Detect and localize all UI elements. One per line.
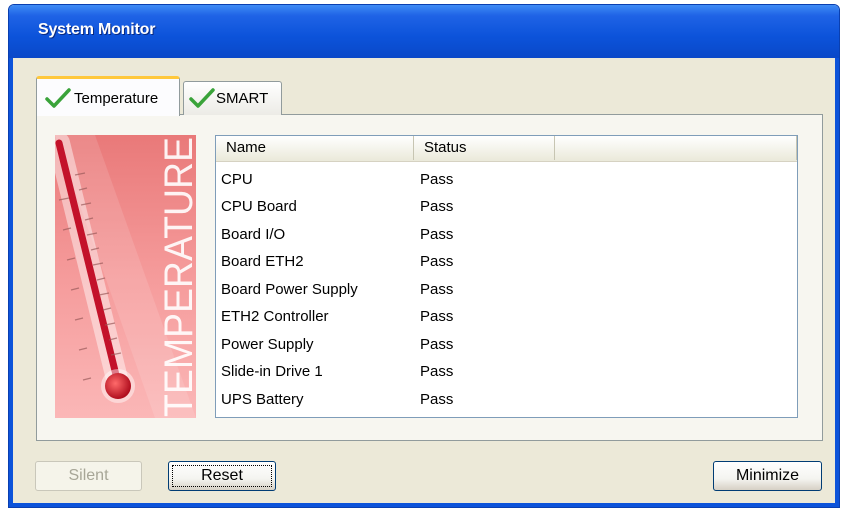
sensor-name: Board I/O xyxy=(221,226,286,243)
window-frame-right xyxy=(835,58,839,507)
check-icon xyxy=(189,87,215,113)
sensor-status: Pass xyxy=(420,363,454,380)
tab-smart[interactable]: SMART xyxy=(183,81,282,115)
list-item[interactable]: Board Power Supply Pass xyxy=(216,276,797,303)
list-item[interactable]: Slide-in Drive 1 Pass xyxy=(216,358,797,385)
tab-label: Temperature xyxy=(74,90,159,107)
banner-text: TEMPERATURE xyxy=(157,137,196,417)
list-item[interactable]: Power Supply Pass xyxy=(216,331,797,358)
thermometer-icon: TEMPERATURE xyxy=(48,132,201,418)
tab-label: SMART xyxy=(216,90,269,107)
window-frame-bottom xyxy=(9,503,839,507)
sensor-status: Pass xyxy=(420,281,454,298)
sensor-name: CPU xyxy=(221,171,253,188)
system-monitor-window: System Monitor Temperature SMART TEMPERA… xyxy=(8,4,840,508)
list-item[interactable]: CPU Pass xyxy=(216,166,797,193)
sensor-status: Pass xyxy=(420,308,454,325)
list-header: Name Status xyxy=(216,136,797,162)
focus-ring xyxy=(172,465,272,487)
column-header-label: Status xyxy=(424,139,467,156)
sensor-name: Power Supply xyxy=(221,336,314,353)
temperature-banner: TEMPERATURE xyxy=(48,132,201,418)
sensor-status: Pass xyxy=(420,391,454,408)
check-icon xyxy=(45,87,71,113)
list-item[interactable]: Board I/O Pass xyxy=(216,221,797,248)
sensor-status: Pass xyxy=(420,336,454,353)
sensor-status: Pass xyxy=(420,253,454,270)
sensor-status: Pass xyxy=(420,198,454,215)
sensor-status: Pass xyxy=(420,226,454,243)
minimize-button[interactable]: Minimize xyxy=(713,461,822,491)
sensor-name: Board Power Supply xyxy=(221,281,358,298)
sensor-name: Slide-in Drive 1 xyxy=(221,363,323,380)
sensor-name: Board ETH2 xyxy=(221,253,304,270)
button-label: Silent xyxy=(68,467,109,484)
list-item[interactable]: ETH2 Controller Pass xyxy=(216,303,797,330)
list-item[interactable]: UPS Battery Pass xyxy=(216,386,797,413)
column-header-empty[interactable] xyxy=(555,136,797,160)
column-header-name[interactable]: Name xyxy=(216,136,414,160)
window-frame-left xyxy=(9,58,13,507)
silent-button[interactable]: Silent xyxy=(35,461,142,491)
list-item[interactable]: Board ETH2 Pass xyxy=(216,248,797,275)
sensor-list[interactable]: Name Status CPU Pass CPU Board Pass Board … xyxy=(215,135,798,418)
list-item[interactable]: CPU Board Pass xyxy=(216,193,797,220)
sensor-name: UPS Battery xyxy=(221,391,304,408)
title-bar[interactable]: System Monitor xyxy=(9,5,839,58)
sensor-status: Pass xyxy=(420,171,454,188)
column-header-label: Name xyxy=(226,139,267,156)
sensor-name: ETH2 Controller xyxy=(221,308,329,325)
window-title: System Monitor xyxy=(38,21,156,38)
reset-button[interactable]: Reset xyxy=(168,461,276,491)
sensor-name: CPU Board xyxy=(221,198,297,215)
button-label: Minimize xyxy=(735,467,800,484)
tab-temperature[interactable]: Temperature xyxy=(36,76,180,116)
column-header-status[interactable]: Status xyxy=(414,136,555,160)
